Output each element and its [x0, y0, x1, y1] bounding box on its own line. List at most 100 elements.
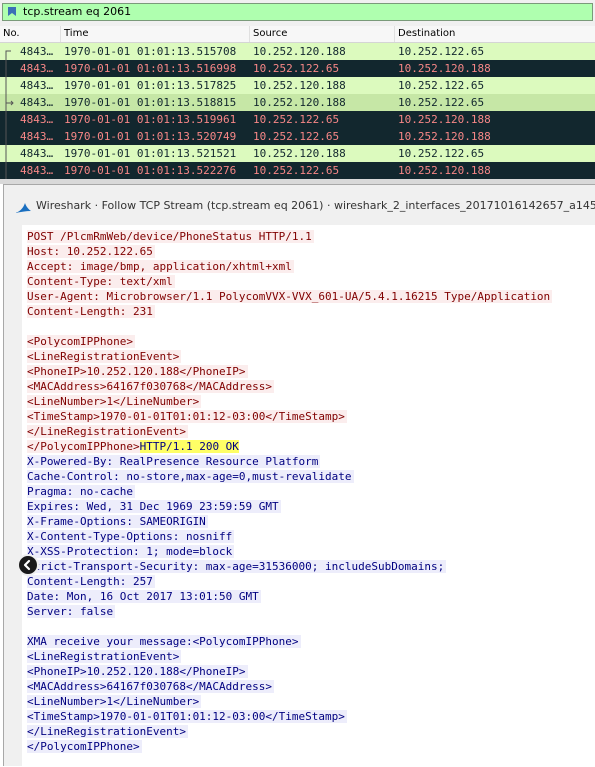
stream-line: X-Frame-Options: SAMEORIGIN: [27, 514, 208, 529]
packet-row[interactable]: 4843… 1970-01-01 01:01:13.521521 10.252.12…: [0, 145, 595, 162]
server-text: <PhoneIP>10.252.120.188</PhoneIP>: [27, 665, 248, 678]
stream-line: <LineNumber>1</LineNumber>: [27, 394, 202, 409]
packet-list-header: No. Time Source Destination: [0, 26, 595, 43]
stream-line: <PolycomIPPhone>: [27, 334, 135, 349]
packet-no-cell: 4843…: [20, 164, 54, 177]
server-text: X-XSS-Protection: 1; mode=block: [27, 545, 235, 558]
column-header-source[interactable]: Source: [250, 26, 395, 42]
packet-time-cell: 1970-01-01 01:01:13.518815: [64, 96, 237, 109]
stream-line: Content-Length: 257: [27, 574, 155, 589]
stream-line: Pragma: no-cache: [27, 484, 135, 499]
packet-source-cell: 10.252.120.188: [253, 147, 346, 160]
stream-line: </PolycomIPPhone>HTTP/1.1 200 OK: [27, 439, 239, 454]
bookmark-icon[interactable]: [8, 7, 16, 16]
stream-line: Server: false: [27, 604, 116, 619]
follow-tcp-stream-window: Wireshark · Follow TCP Stream (tcp.strea…: [3, 184, 595, 767]
packet-row[interactable]: 4843… 1970-01-01 01:01:13.515708 10.252.12…: [0, 43, 595, 60]
stream-line: <TimeStamp>1970-01-01T01:01:12-03:00</Ti…: [27, 409, 347, 424]
stream-line: <LineRegistrationEvent>: [27, 349, 182, 364]
packet-row[interactable]: 4843… 1970-01-01 01:01:13.520749 10.252.12…: [0, 128, 595, 145]
server-text: XMA receive your message:<PolycomIPPhone…: [27, 635, 301, 648]
client-text: Content-Type: text/xml: [27, 275, 175, 288]
server-text: <TimeStamp>1970-01-01T01:01:12-03:00</Ti…: [27, 710, 347, 723]
packet-list[interactable]: No. Time Source Destination 4843… 1970-01…: [0, 26, 595, 180]
back-button[interactable]: [17, 554, 39, 576]
column-header-destination[interactable]: Destination: [395, 26, 595, 42]
packet-row[interactable]: 4843… 1970-01-01 01:01:13.522276 10.252.12…: [0, 162, 595, 179]
stream-line: Accept: image/bmp, application/xhtml+xml: [27, 259, 294, 274]
packet-time-cell: 1970-01-01 01:01:13.522276: [64, 164, 237, 177]
packet-source-cell: 10.252.122.65: [253, 130, 340, 143]
server-text: X-Frame-Options: SAMEORIGIN: [27, 515, 208, 528]
column-header-no[interactable]: No.: [0, 26, 61, 42]
client-text: <TimeStamp>1970-01-01T01:01:12-03:00</Ti…: [27, 410, 347, 423]
packet-no-cell: 4843…: [20, 113, 54, 126]
client-text: Accept: image/bmp, application/xhtml+xml: [27, 260, 294, 273]
client-text: Host: 10.252.122.65: [27, 245, 155, 258]
display-filter-text: tcp.stream eq 2061: [23, 5, 132, 18]
packet-time-cell: 1970-01-01 01:01:13.521521: [64, 147, 237, 160]
stream-line: POST /PlcmRmWeb/device/PhoneStatus HTTP/…: [27, 229, 314, 244]
search-highlight: HTTP/1.1 200 OK: [139, 440, 239, 453]
packet-destination-cell: 10.252.122.65: [398, 45, 485, 58]
server-text: Strict-Transport-Security: max-age=31536…: [27, 560, 447, 573]
stream-line: <LineNumber>1</LineNumber>: [27, 694, 202, 709]
packet-row[interactable]: 4843… 1970-01-01 01:01:13.518815 10.252.12…: [0, 94, 595, 111]
stream-line: User-Agent: Microbrowser/1.1 PolycomVVX-…: [27, 289, 553, 304]
display-filter-input[interactable]: tcp.stream eq 2061: [2, 3, 593, 21]
packet-time-cell: 1970-01-01 01:01:13.515708: [64, 45, 237, 58]
server-text: Server: false: [27, 605, 116, 618]
client-text: Content-Length: 231: [27, 305, 155, 318]
client-text: </LineRegistrationEvent>: [27, 425, 188, 438]
packet-no-cell: 4843…: [20, 147, 54, 160]
stream-line: X-Content-Type-Options: nosniff: [27, 529, 235, 544]
stream-line: Content-Type: text/xml: [27, 274, 175, 289]
packet-source-cell: 10.252.120.188: [253, 96, 346, 109]
stream-line: Cache-Control: no-store,max-age=0,must-r…: [27, 469, 354, 484]
server-text: Pragma: no-cache: [27, 485, 135, 498]
stream-line: Content-Length: 231: [27, 304, 155, 319]
client-text: <LineNumber>1</LineNumber>: [27, 395, 202, 408]
packet-destination-cell: 10.252.122.65: [398, 147, 485, 160]
packet-no-cell: 4843…: [20, 79, 54, 92]
client-text: <PolycomIPPhone>: [27, 335, 135, 348]
server-text: X-Powered-By: RealPresence Resource Plat…: [27, 455, 321, 468]
stream-content[interactable]: POST /PlcmRmWeb/device/PhoneStatus HTTP/…: [22, 225, 595, 767]
packet-no-cell: 4843…: [20, 45, 54, 58]
packet-no-cell: 4843…: [20, 62, 54, 75]
packet-destination-cell: 10.252.120.188: [398, 130, 491, 143]
stream-line: Date: Mon, 16 Oct 2017 13:01:50 GMT: [27, 589, 261, 604]
packet-row[interactable]: 4843… 1970-01-01 01:01:13.516998 10.252.12…: [0, 60, 595, 77]
packet-time-cell: 1970-01-01 01:01:13.516998: [64, 62, 237, 75]
packet-destination-cell: 10.252.120.188: [398, 62, 491, 75]
stream-line: X-XSS-Protection: 1; mode=block: [27, 544, 235, 559]
stream-line: <LineRegistrationEvent>: [27, 649, 182, 664]
packet-source-cell: 10.252.122.65: [253, 164, 340, 177]
packet-no-cell: 4843…: [20, 96, 54, 109]
stream-line: XMA receive your message:<PolycomIPPhone…: [27, 634, 301, 649]
client-text: <PhoneIP>10.252.120.188</PhoneIP>: [27, 365, 248, 378]
stream-line: Host: 10.252.122.65: [27, 244, 155, 259]
stream-line: X-Powered-By: RealPresence Resource Plat…: [27, 454, 321, 469]
window-title: Wireshark · Follow TCP Stream (tcp.strea…: [36, 199, 595, 212]
column-header-time[interactable]: Time: [61, 26, 250, 42]
packet-row[interactable]: 4843… 1970-01-01 01:01:13.517825 10.252.12…: [0, 77, 595, 94]
display-filter-toolbar: tcp.stream eq 2061: [0, 0, 595, 26]
packet-source-cell: 10.252.122.65: [253, 62, 340, 75]
packet-destination-cell: 10.252.120.188: [398, 164, 491, 177]
packet-destination-cell: 10.252.122.65: [398, 79, 485, 92]
wireshark-fin-icon: [15, 203, 31, 213]
server-text: Content-Length: 257: [27, 575, 155, 588]
server-text: </LineRegistrationEvent>: [27, 725, 188, 738]
server-text: </PolycomIPPhone>: [27, 740, 142, 753]
client-text: <LineRegistrationEvent>: [27, 350, 182, 363]
packet-row[interactable]: 4843… 1970-01-01 01:01:13.519961 10.252.12…: [0, 111, 595, 128]
stream-line: <TimeStamp>1970-01-01T01:01:12-03:00</Ti…: [27, 709, 347, 724]
packet-source-cell: 10.252.122.65: [253, 113, 340, 126]
packet-time-cell: 1970-01-01 01:01:13.517825: [64, 79, 237, 92]
client-text: User-Agent: Microbrowser/1.1 PolycomVVX-…: [27, 290, 553, 303]
window-titlebar[interactable]: Wireshark · Follow TCP Stream (tcp.strea…: [4, 185, 595, 225]
packet-source-cell: 10.252.120.188: [253, 45, 346, 58]
stream-line: </PolycomIPPhone>: [27, 739, 142, 754]
client-text: POST /PlcmRmWeb/device/PhoneStatus HTTP/…: [27, 230, 314, 243]
